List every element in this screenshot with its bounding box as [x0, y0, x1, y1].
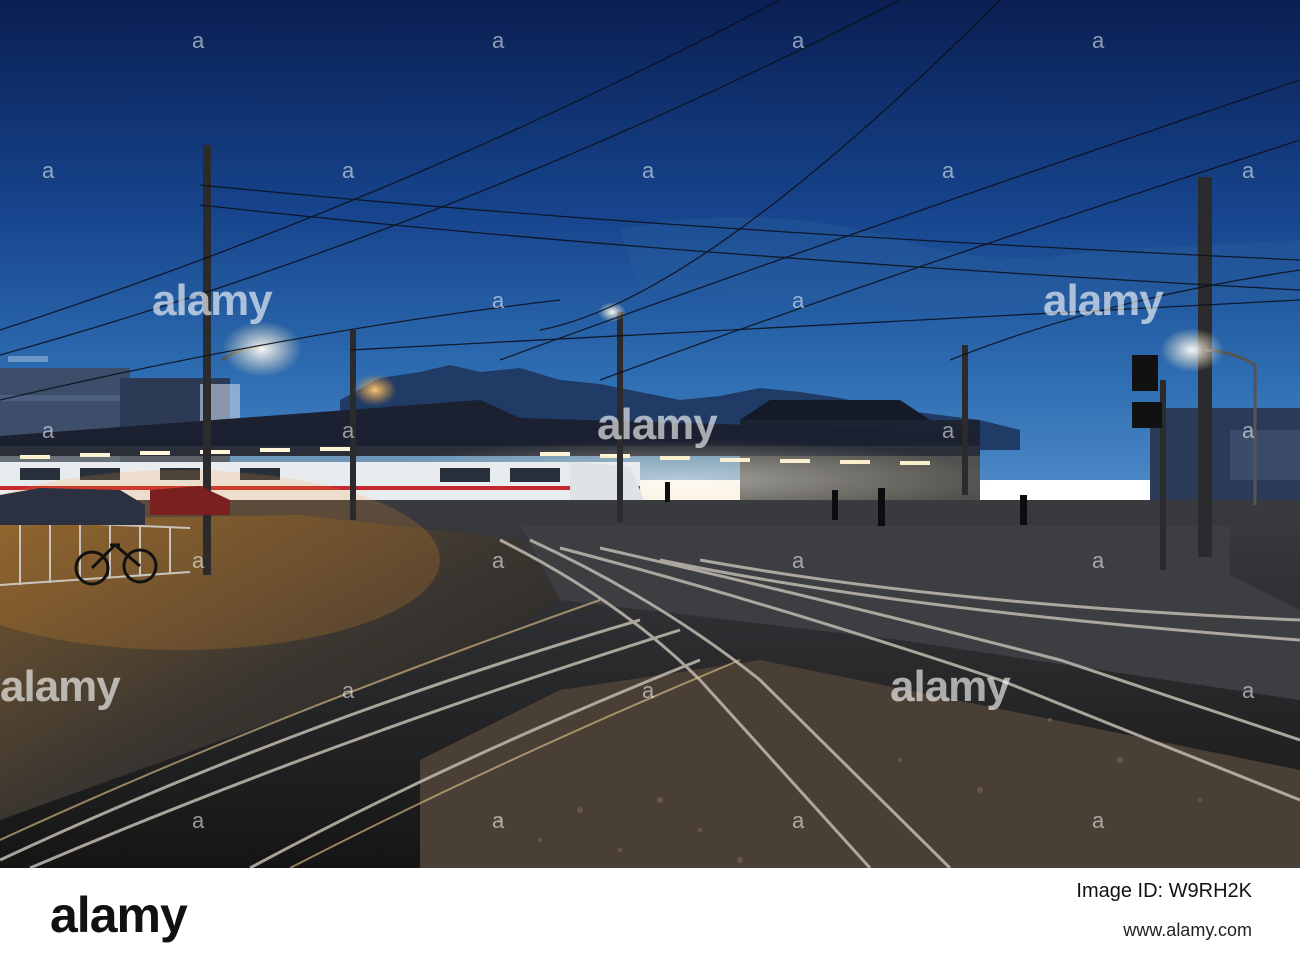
watermark-text: alamy	[0, 662, 121, 711]
watermark-dot: a	[792, 548, 805, 573]
watermark-dot: a	[1092, 28, 1105, 53]
watermark-dot: a	[492, 808, 505, 833]
watermark-text: alamy	[1043, 276, 1164, 325]
alamy-logo: alamy	[50, 887, 188, 943]
watermark-dot: a	[342, 158, 355, 183]
watermark-dot: a	[492, 548, 505, 573]
watermark-text: alamy	[152, 276, 273, 325]
watermark-text: alamy	[597, 400, 718, 449]
watermark-dot: a	[42, 418, 55, 443]
watermark-dot: a	[942, 418, 955, 443]
image-stage: alamy alamy alamy alamy alamy a a a a a …	[0, 0, 1300, 957]
watermark-dot: a	[1242, 418, 1255, 443]
watermark-dot: a	[792, 288, 805, 313]
watermark-dot: a	[792, 28, 805, 53]
watermark-dot: a	[792, 808, 805, 833]
image-id-label: Image ID: W9RH2K	[1076, 880, 1252, 902]
watermark-dot: a	[492, 288, 505, 313]
watermark-dot: a	[192, 808, 205, 833]
watermark-dot: a	[192, 548, 205, 573]
watermark-dot: a	[492, 28, 505, 53]
watermark-dot: a	[342, 418, 355, 443]
watermark-dot: a	[42, 158, 55, 183]
watermark-dot: a	[942, 158, 955, 183]
watermark-dot: a	[192, 28, 205, 53]
watermark-dot: a	[1242, 678, 1255, 703]
watermark-dot: a	[1092, 548, 1105, 573]
site-url: www.alamy.com	[1123, 920, 1252, 940]
watermark-text: alamy	[890, 662, 1011, 711]
watermark-dot: a	[342, 678, 355, 703]
watermark-dot: a	[642, 678, 655, 703]
watermark-dot: a	[642, 158, 655, 183]
stock-footer-banner: alamy Image ID: W9RH2K www.alamy.com	[0, 868, 1300, 957]
watermark-dot: a	[1092, 808, 1105, 833]
watermark-dot: a	[1242, 158, 1255, 183]
